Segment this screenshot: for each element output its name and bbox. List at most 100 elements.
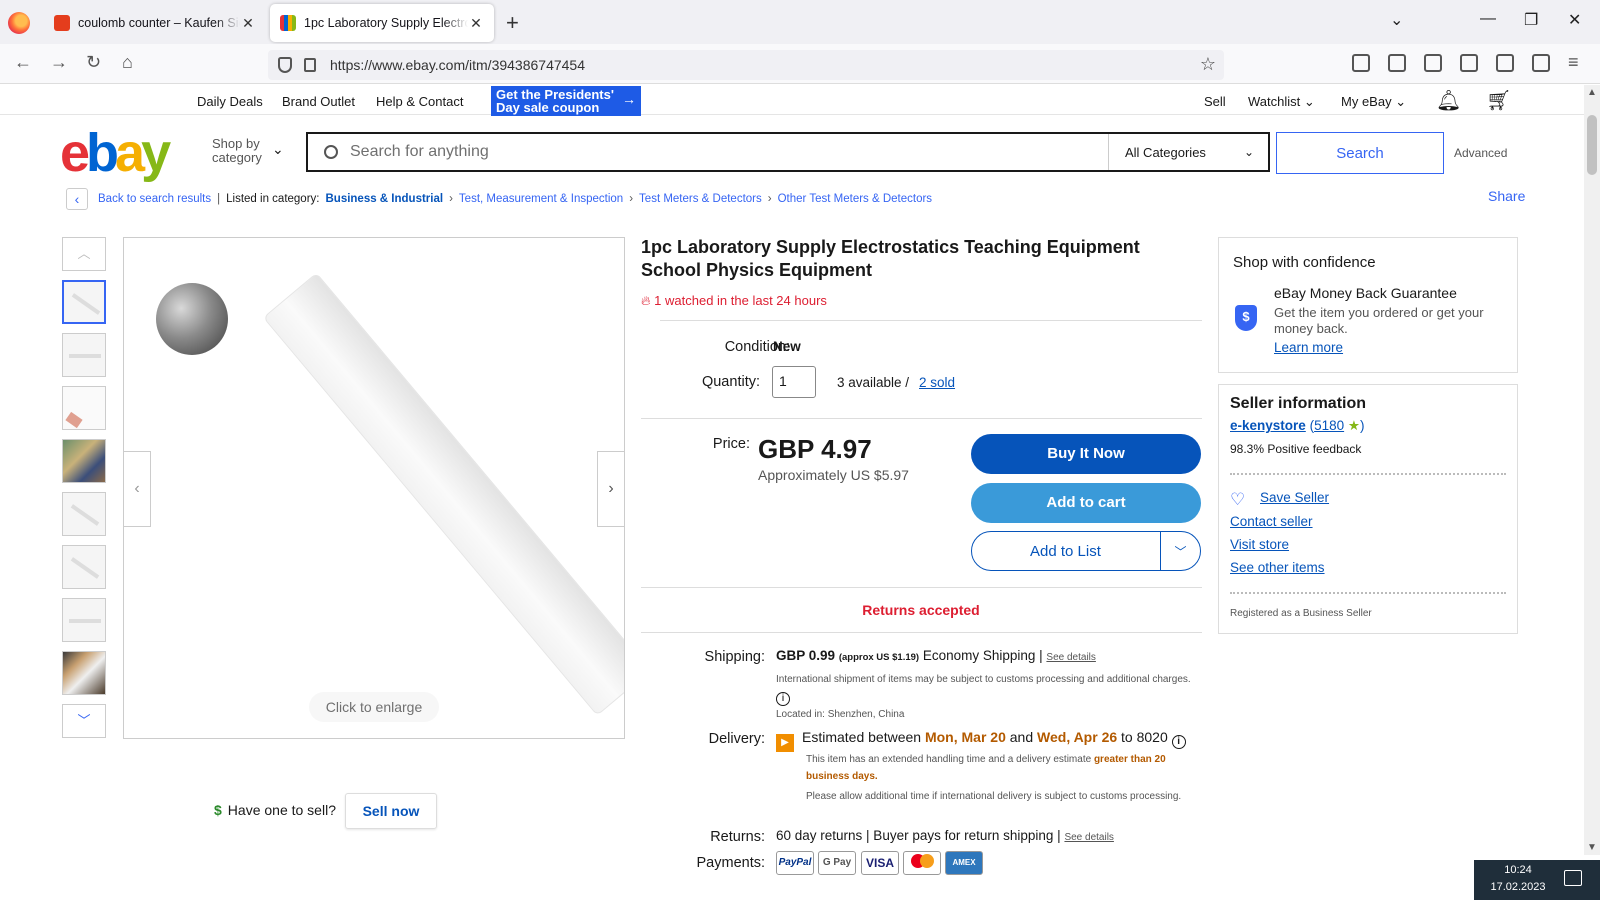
heart-icon[interactable]: ♡ xyxy=(1230,490,1245,510)
library-icon[interactable] xyxy=(1388,54,1406,72)
learn-more-link[interactable]: Learn more xyxy=(1274,340,1343,355)
thumb-down-icon[interactable]: ﹀ xyxy=(62,704,106,738)
logo-letter: a xyxy=(115,123,145,183)
category-select[interactable]: All Categories ⌄ xyxy=(1108,134,1268,170)
seller-name-link[interactable]: e-kenystore xyxy=(1230,418,1306,433)
tab-list-chevron-icon[interactable]: ⌄ xyxy=(1390,10,1403,30)
close-window-icon[interactable]: ✕ xyxy=(1568,10,1581,30)
print-icon[interactable] xyxy=(1496,54,1514,72)
advanced-search-link[interactable]: Advanced xyxy=(1454,146,1507,160)
breadcrumb-item[interactable]: Test, Measurement & Inspection xyxy=(459,193,623,205)
new-tab-icon[interactable]: + xyxy=(506,10,519,36)
click-to-enlarge[interactable]: Click to enlarge xyxy=(309,692,439,722)
thumb-up-icon[interactable]: ︿ xyxy=(62,237,106,271)
back-to-results-link[interactable]: Back to search results xyxy=(98,193,211,205)
scrollbar-thumb[interactable] xyxy=(1587,115,1597,175)
info-icon[interactable]: i xyxy=(776,692,790,706)
sidebar-icon[interactable] xyxy=(1424,54,1442,72)
back-chevron-icon[interactable]: ‹ xyxy=(66,188,88,210)
page-scrollbar[interactable]: ▲ ▼ xyxy=(1584,85,1600,855)
next-image-icon[interactable]: › xyxy=(597,451,625,527)
presidents-day-promo[interactable]: Get the Presidents' Day sale coupon → xyxy=(491,86,641,116)
firefox-icon[interactable] xyxy=(8,12,30,34)
reload-icon[interactable]: ↻ xyxy=(86,52,101,73)
see-details-link[interactable]: See details xyxy=(1046,652,1095,663)
thumbnail[interactable] xyxy=(62,439,106,483)
breadcrumb-item[interactable]: Other Test Meters & Detectors xyxy=(778,193,932,205)
breadcrumb-item[interactable]: Business & Industrial xyxy=(325,193,443,205)
sell-link[interactable]: Sell xyxy=(1204,94,1226,109)
my-ebay-link[interactable]: My eBay ⌄ xyxy=(1341,94,1406,110)
contact-seller-link[interactable]: Contact seller xyxy=(1230,514,1313,529)
main-product-image[interactable] xyxy=(123,237,625,739)
mastercard-icon xyxy=(903,851,941,875)
home-icon[interactable]: ⌂ xyxy=(122,52,133,73)
thumbnail[interactable] xyxy=(62,492,106,536)
visit-store-link[interactable]: Visit store xyxy=(1230,537,1289,552)
fire-icon: 🔥︎ xyxy=(641,293,651,308)
lock-icon[interactable] xyxy=(304,58,316,72)
ebay-logo[interactable]: ebay xyxy=(60,122,171,184)
add-to-cart-button[interactable]: Add to cart xyxy=(971,483,1201,523)
tab-coulomb-counter[interactable]: coulomb counter – Kaufen Sie ✕ xyxy=(44,4,266,42)
watchlist-link[interactable]: Watchlist ⌄ xyxy=(1248,94,1315,110)
search-input[interactable]: Search for anything xyxy=(350,143,1108,161)
category-select-value: All Categories xyxy=(1125,144,1206,160)
address-bar[interactable]: https://www.ebay.com/itm/394386747454 ☆ xyxy=(268,50,1224,80)
back-icon[interactable]: ← xyxy=(14,52,32,73)
tracking-shield-icon[interactable] xyxy=(278,57,292,73)
search-button[interactable]: Search xyxy=(1276,132,1444,174)
see-other-items-link[interactable]: See other items xyxy=(1230,560,1325,575)
watchlist-label: Watchlist xyxy=(1248,94,1301,109)
tab-ebay-item[interactable]: 1pc Laboratory Supply Electrostatics ✕ xyxy=(270,4,494,42)
thumbnail[interactable] xyxy=(62,598,106,642)
payments-label: Payments: xyxy=(696,855,766,871)
pocket-icon[interactable] xyxy=(1352,54,1370,72)
thumbnail[interactable] xyxy=(62,651,106,695)
logo-letter: b xyxy=(86,123,119,183)
extension-icon[interactable] xyxy=(1460,54,1478,72)
sold-link[interactable]: 2 sold xyxy=(919,375,955,390)
sell-now-button[interactable]: Sell now xyxy=(345,793,437,829)
deliv-note-a: This item has an extended handling time … xyxy=(806,754,1092,765)
logo-letter: e xyxy=(60,123,90,183)
customs-note: Please allow additional time if internat… xyxy=(806,791,1182,802)
prev-image-icon[interactable]: ‹ xyxy=(123,451,151,527)
close-tab-icon[interactable]: ✕ xyxy=(240,15,256,32)
close-tab-icon[interactable]: ✕ xyxy=(468,15,484,32)
returns-label: Returns: xyxy=(710,829,765,845)
minimize-icon[interactable]: — xyxy=(1480,10,1496,28)
notification-center-icon[interactable] xyxy=(1564,870,1582,886)
menu-icon[interactable]: ≡ xyxy=(1568,52,1579,73)
see-details-link[interactable]: See details xyxy=(1064,832,1113,843)
extensions-puzzle-icon[interactable] xyxy=(1532,54,1550,72)
help-contact-link[interactable]: Help & Contact xyxy=(376,94,463,109)
share-link[interactable]: Share xyxy=(1488,188,1525,204)
cart-icon[interactable]: 🛒︎ xyxy=(1486,88,1511,113)
scroll-down-icon[interactable]: ▼ xyxy=(1587,842,1597,853)
breadcrumb-item[interactable]: Test Meters & Detectors xyxy=(639,193,762,205)
save-seller-link[interactable]: Save Seller xyxy=(1260,490,1329,505)
bookmark-star-icon[interactable]: ☆ xyxy=(1200,54,1216,75)
shop-by-category[interactable]: Shop by category ⌄ xyxy=(212,137,284,165)
chevron-down-icon[interactable]: ﹀ xyxy=(1160,532,1200,570)
ship-note: International shipment of items may be s… xyxy=(776,671,1196,706)
thumbnail[interactable] xyxy=(62,545,106,589)
scroll-up-icon[interactable]: ▲ xyxy=(1587,87,1597,98)
taskbar-clock[interactable]: 10:24 17.02.2023 xyxy=(1474,860,1600,900)
thumbnail[interactable] xyxy=(62,386,106,430)
quantity-input[interactable]: 1 xyxy=(772,366,816,398)
star-icon: ★ xyxy=(1347,418,1360,433)
forward-icon[interactable]: → xyxy=(50,52,68,73)
feedback-score-link[interactable]: 5180 xyxy=(1314,418,1344,433)
maximize-icon[interactable]: ❐ xyxy=(1524,10,1538,30)
daily-deals-link[interactable]: Daily Deals xyxy=(197,94,263,109)
info-icon[interactable]: i xyxy=(1171,735,1186,749)
buy-it-now-button[interactable]: Buy It Now xyxy=(971,434,1201,474)
add-to-list-button[interactable]: Add to List ﹀ xyxy=(971,531,1201,571)
thumbnail[interactable] xyxy=(62,280,106,324)
url-text[interactable]: https://www.ebay.com/itm/394386747454 xyxy=(330,57,585,73)
notification-bell-icon[interactable]: 🔔︎ xyxy=(1436,88,1461,113)
brand-outlet-link[interactable]: Brand Outlet xyxy=(282,94,355,109)
thumbnail[interactable] xyxy=(62,333,106,377)
